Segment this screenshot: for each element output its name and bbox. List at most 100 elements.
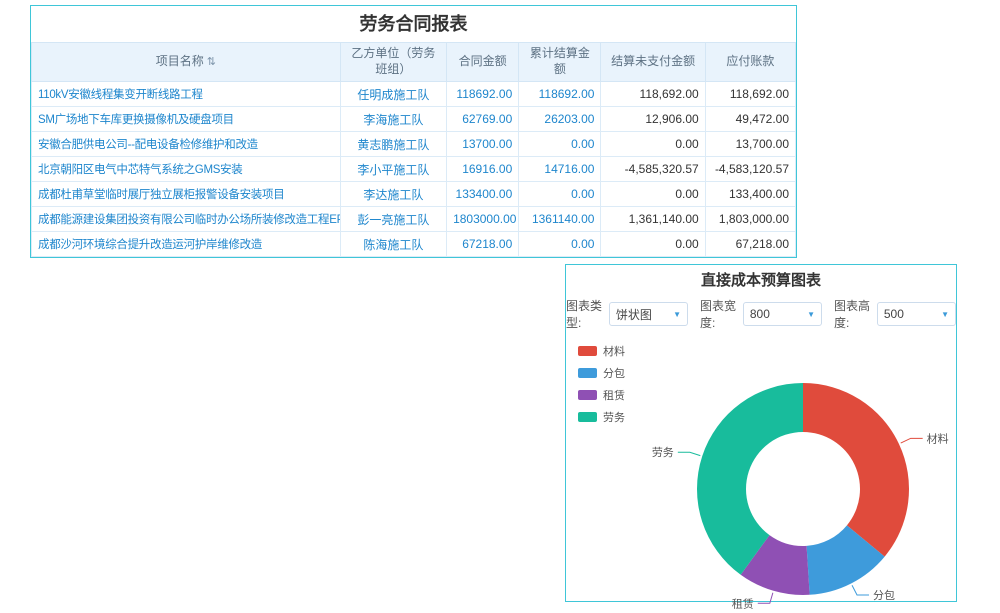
settled-amount-cell: 0.00 (519, 182, 601, 207)
legend-swatch (578, 346, 597, 356)
column-header-payable[interactable]: 应付账款 (705, 43, 795, 82)
column-header-unpaid-amount[interactable]: 结算未支付金额 (601, 43, 705, 82)
unpaid-amount-cell: 12,906.00 (601, 107, 705, 132)
unpaid-amount-cell: 1,361,140.00 (601, 207, 705, 232)
settled-amount-cell: 26203.00 (519, 107, 601, 132)
settled-amount-cell: 118692.00 (519, 82, 601, 107)
chart-type-value: 饼状图 (616, 306, 652, 323)
pie-label-line (758, 593, 773, 604)
payable-cell: 49,472.00 (705, 107, 795, 132)
payable-cell: 67,218.00 (705, 232, 795, 257)
settled-amount-cell: 0.00 (519, 232, 601, 257)
payable-cell: 13,700.00 (705, 132, 795, 157)
chart-controls: 图表类型: 饼状图 ▼ 图表宽度: 800 ▼ 图表高度: 500 ▼ (566, 297, 956, 331)
settled-amount-cell: 1361140.00 (519, 207, 601, 232)
table-row: 成都沙河环境综合提升改造运河护岸维修改造陈海施工队67218.000.000.0… (32, 232, 796, 257)
chevron-down-icon: ▼ (807, 310, 815, 319)
contract-amount-cell: 118692.00 (447, 82, 519, 107)
legend-swatch (578, 390, 597, 400)
legend-item-1[interactable]: 分包 (578, 365, 625, 381)
project-name-cell[interactable]: 成都杜甫草堂临时展厅独立展柜报警设备安装项目 (32, 182, 341, 207)
legend-label: 劳务 (603, 409, 625, 425)
project-name-cell[interactable]: 安徽合肥供电公司--配电设备检修维护和改造 (32, 132, 341, 157)
column-header-label: 项目名称 (156, 54, 204, 68)
project-name-cell[interactable]: 110kV安徽线程集变开断线路工程 (32, 82, 341, 107)
legend-label: 租赁 (603, 387, 625, 403)
chart-type-label: 图表类型: (566, 297, 605, 331)
contract-amount-cell: 1803000.00 (447, 207, 519, 232)
payable-cell: -4,583,120.57 (705, 157, 795, 182)
contract-amount-cell: 13700.00 (447, 132, 519, 157)
chart-height-select[interactable]: 500 ▼ (877, 302, 956, 326)
project-name-cell[interactable]: 成都能源建设集团投资有限公司临时办公场所装修改造工程EPC (32, 207, 341, 232)
column-header-label: 累计结算金额 (530, 46, 590, 76)
contract-amount-cell: 62769.00 (447, 107, 519, 132)
chart-height-label: 图表高度: (834, 297, 873, 331)
table-header-row: 项目名称⇅ 乙方单位（劳务班组） 合同金额 累计结算金额 结算未支付金额 应付账… (32, 43, 796, 82)
chart-panel-title: 直接成本预算图表 (566, 265, 956, 293)
table-row: 北京朝阳区电气中芯特气系统之GMS安装李小平施工队16916.0014716.0… (32, 157, 796, 182)
project-name-cell[interactable]: 成都沙河环境综合提升改造运河护岸维修改造 (32, 232, 341, 257)
contract-amount-cell: 16916.00 (447, 157, 519, 182)
unit-cell: 陈海施工队 (340, 232, 446, 257)
sort-icon[interactable]: ⇅ (207, 56, 216, 68)
legend-label: 材料 (603, 343, 625, 359)
legend-item-2[interactable]: 租赁 (578, 387, 625, 403)
column-header-project-name[interactable]: 项目名称⇅ (32, 43, 341, 82)
unpaid-amount-cell: 118,692.00 (601, 82, 705, 107)
chart-type-select[interactable]: 饼状图 ▼ (609, 302, 688, 326)
report-title: 劳务合同报表 (31, 6, 796, 42)
chart-type-control: 图表类型: 饼状图 ▼ (566, 297, 688, 331)
table-row: 安徽合肥供电公司--配电设备检修维护和改造黄志鹏施工队13700.000.000… (32, 132, 796, 157)
column-header-label: 合同金额 (459, 54, 507, 68)
column-header-label: 结算未支付金额 (611, 54, 695, 68)
unpaid-amount-cell: 0.00 (601, 132, 705, 157)
chart-width-label: 图表宽度: (700, 297, 739, 331)
chevron-down-icon: ▼ (673, 310, 681, 319)
table-row: 110kV安徽线程集变开断线路工程任明成施工队118692.00118692.0… (32, 82, 796, 107)
pie-label: 租赁 (732, 596, 754, 610)
pie-label: 分包 (873, 589, 895, 602)
chart-width-select[interactable]: 800 ▼ (743, 302, 822, 326)
pie-label: 材料 (927, 431, 949, 445)
report-panel: 劳务合同报表 项目名称⇅ 乙方单位（劳务班组） 合同金额 累计结算金额 (30, 5, 797, 258)
pie-slice-0[interactable] (803, 383, 909, 557)
chart-legend: 材料分包租赁劳务 (578, 343, 625, 431)
pie-label-line (852, 585, 869, 595)
settled-amount-cell: 0.00 (519, 132, 601, 157)
legend-swatch (578, 368, 597, 378)
payable-cell: 133,400.00 (705, 182, 795, 207)
unit-cell: 李海施工队 (340, 107, 446, 132)
chart-width-value: 800 (750, 307, 770, 321)
legend-item-3[interactable]: 劳务 (578, 409, 625, 425)
unpaid-amount-cell: 0.00 (601, 232, 705, 257)
project-name-cell[interactable]: SM广场地下车库更换摄像机及硬盘项目 (32, 107, 341, 132)
chart-height-value: 500 (884, 307, 904, 321)
chart-area: 材料分包租赁劳务 材料分包租赁劳务 (566, 337, 954, 613)
payable-cell: 1,803,000.00 (705, 207, 795, 232)
column-header-settled-amount[interactable]: 累计结算金额 (519, 43, 601, 82)
unit-cell: 任明成施工队 (340, 82, 446, 107)
report-table-body: 110kV安徽线程集变开断线路工程任明成施工队118692.00118692.0… (32, 82, 796, 257)
table-row: 成都杜甫草堂临时展厅独立展柜报警设备安装项目李达施工队133400.000.00… (32, 182, 796, 207)
unpaid-amount-cell: 0.00 (601, 182, 705, 207)
unpaid-amount-cell: -4,585,320.57 (601, 157, 705, 182)
column-header-unit[interactable]: 乙方单位（劳务班组） (340, 43, 446, 82)
pie-label: 劳务 (652, 446, 674, 459)
chart-width-control: 图表宽度: 800 ▼ (700, 297, 822, 331)
column-header-contract-amount[interactable]: 合同金额 (447, 43, 519, 82)
unit-cell: 李小平施工队 (340, 157, 446, 182)
unit-cell: 黄志鹏施工队 (340, 132, 446, 157)
project-name-cell[interactable]: 北京朝阳区电气中芯特气系统之GMS安装 (32, 157, 341, 182)
column-header-label: 应付账款 (726, 54, 774, 68)
column-header-label: 乙方单位（劳务班组） (351, 46, 435, 76)
settled-amount-cell: 14716.00 (519, 157, 601, 182)
contract-amount-cell: 67218.00 (447, 232, 519, 257)
pie-label-line (901, 438, 923, 443)
contract-amount-cell: 133400.00 (447, 182, 519, 207)
legend-label: 分包 (603, 365, 625, 381)
report-table: 项目名称⇅ 乙方单位（劳务班组） 合同金额 累计结算金额 结算未支付金额 应付账… (31, 42, 796, 257)
legend-item-0[interactable]: 材料 (578, 343, 625, 359)
payable-cell: 118,692.00 (705, 82, 795, 107)
legend-swatch (578, 412, 597, 422)
